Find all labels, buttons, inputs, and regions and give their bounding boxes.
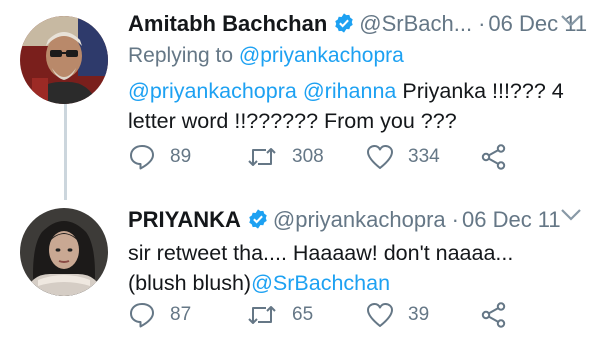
text-mention[interactable]: @SrBachchan: [251, 271, 390, 295]
verified-badge-icon: [333, 12, 355, 41]
retweet-button[interactable]: 308: [246, 140, 324, 174]
tweet-amitabh[interactable]: Amitabh Bachchan @SrBach... · 06 Dec 11 Rep…: [0, 0, 600, 200]
tweet-header: Amitabh Bachchan @SrBach... · 06 Dec 11: [128, 10, 587, 41]
retweet-count: 65: [292, 304, 314, 325]
tweet-priyanka[interactable]: PRIYANKA @priyankachopra · 06 Dec 11 sir re…: [0, 200, 600, 338]
author-name[interactable]: Amitabh Bachchan: [128, 11, 327, 36]
retweet-count: 308: [292, 146, 324, 167]
reply-icon: [128, 143, 156, 171]
avatar[interactable]: [20, 16, 108, 104]
tweet-text: sir retweet tha.... Haaaaw! don't naaaa.…: [128, 238, 568, 298]
share-button[interactable]: [480, 298, 508, 332]
tweet-text: @priyankachopra @rihanna Priyanka !!!???…: [128, 76, 568, 136]
avatar-amitabh-image: [20, 16, 108, 104]
verified-badge-icon: [247, 208, 269, 237]
heart-icon: [366, 144, 394, 170]
like-button[interactable]: 39: [366, 298, 429, 332]
reply-button[interactable]: 87: [128, 298, 191, 332]
share-icon: [480, 143, 508, 171]
avatar-priyanka-image: [20, 208, 108, 296]
author-handle[interactable]: @SrBach...: [359, 11, 472, 36]
chevron-down-icon[interactable]: [560, 208, 582, 227]
reply-button[interactable]: 89: [128, 140, 191, 174]
tweet-date[interactable]: 06 Dec 11: [462, 207, 561, 232]
reply-count: 89: [170, 146, 192, 167]
retweet-icon: [246, 143, 278, 171]
tweet-header: PRIYANKA @priyankachopra · 06 Dec 11: [128, 206, 561, 237]
chevron-down-icon[interactable]: [560, 14, 582, 33]
author-handle[interactable]: @priyankachopra: [273, 207, 446, 232]
avatar[interactable]: [20, 208, 108, 296]
like-button[interactable]: 334: [366, 140, 440, 174]
reply-icon: [128, 301, 156, 329]
separator-dot: ·: [478, 11, 486, 36]
reply-count: 87: [170, 304, 192, 325]
retweet-icon: [246, 301, 278, 329]
separator-dot: ·: [451, 207, 459, 232]
like-count: 334: [408, 146, 440, 167]
heart-icon: [366, 302, 394, 328]
text-mention[interactable]: @priyankachopra: [128, 79, 297, 103]
share-button[interactable]: [480, 140, 508, 174]
author-name[interactable]: PRIYANKA: [128, 207, 241, 232]
replying-to-label: Replying to: [128, 44, 234, 67]
like-count: 39: [408, 304, 430, 325]
text-mention[interactable]: @rihanna: [303, 79, 397, 103]
retweet-button[interactable]: 65: [246, 298, 313, 332]
share-icon: [480, 301, 508, 329]
replying-to-line: Replying to @priyankachopra: [128, 44, 404, 68]
replying-to-mention[interactable]: @priyankachopra: [239, 44, 404, 67]
